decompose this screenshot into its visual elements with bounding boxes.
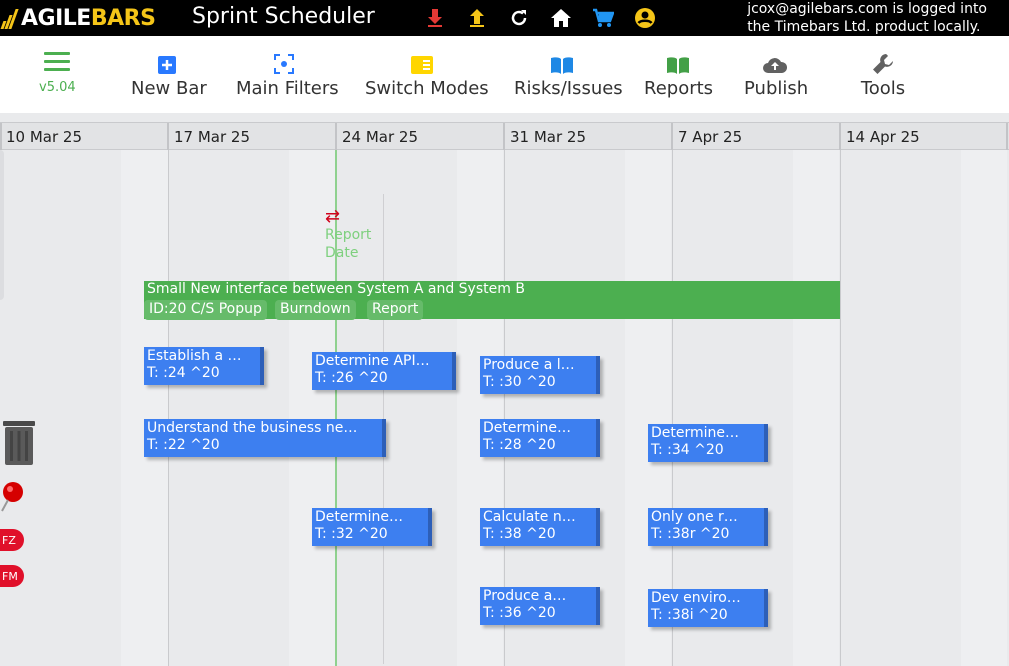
focus-filter-icon bbox=[274, 54, 294, 74]
task-bar[interactable]: Determine… T: :34 ^20 bbox=[648, 424, 768, 462]
summary-bar[interactable]: Small New interface between System A and… bbox=[144, 281, 840, 320]
task-bar[interactable]: Determine API… T: :26 ^20 bbox=[312, 352, 456, 390]
task-bar[interactable]: Determine… T: :32 ^20 bbox=[312, 508, 432, 546]
drag-arrows-icon[interactable]: ⇄ bbox=[325, 208, 371, 226]
task-title: Produce a… bbox=[483, 588, 567, 604]
task-bar[interactable]: Understand the business ne… T: :22 ^20 bbox=[144, 419, 386, 457]
popup-chip[interactable]: ID:20 C/S Popup bbox=[144, 300, 267, 320]
risks-issues-button[interactable]: Risks/Issues bbox=[514, 52, 623, 99]
reports-book-icon bbox=[667, 57, 689, 74]
report-date-label-1: Report bbox=[325, 227, 372, 243]
wrench-icon bbox=[873, 54, 893, 74]
upload-icon[interactable] bbox=[456, 6, 498, 30]
task-bar[interactable]: Produce a l… T: :30 ^20 bbox=[480, 356, 600, 394]
home-icon[interactable] bbox=[540, 6, 582, 30]
brand-agile: AGILE bbox=[21, 5, 91, 31]
task-bar[interactable]: Produce a… T: :36 ^20 bbox=[480, 587, 600, 625]
pushpin-icon[interactable] bbox=[0, 478, 28, 514]
filter-tag-fz[interactable]: FZ bbox=[0, 529, 24, 551]
app-header: AGILEBARS Sprint Scheduler jcox@agilebar… bbox=[0, 0, 1009, 36]
week-label: 17 Mar 25 bbox=[174, 128, 251, 146]
task-title: Determine… bbox=[315, 509, 404, 525]
main-filters-button[interactable]: Main Filters bbox=[236, 52, 339, 99]
cart-icon[interactable] bbox=[582, 6, 624, 30]
login-line-2: the Timebars Ltd. product locally. bbox=[747, 19, 981, 35]
task-bar[interactable]: Establish a … T: :24 ^20 bbox=[144, 347, 264, 385]
task-title: Determine… bbox=[483, 420, 572, 436]
week-label: 24 Mar 25 bbox=[342, 128, 419, 146]
header-actions bbox=[414, 6, 666, 30]
hamburger-menu-icon[interactable] bbox=[38, 52, 76, 76]
task-id: T: :38r ^20 bbox=[651, 526, 730, 542]
switch-modes-label: Switch Modes bbox=[365, 78, 489, 99]
task-title: Dev enviro… bbox=[651, 590, 741, 606]
task-title: Determine API… bbox=[315, 353, 430, 369]
task-bar[interactable]: Dev enviro… T: :38i ^20 bbox=[648, 589, 768, 627]
task-id: T: :38i ^20 bbox=[651, 607, 728, 623]
timeline-header: 10 Mar 25 17 Mar 25 24 Mar 25 31 Mar 25 … bbox=[0, 122, 1009, 150]
version-label: v5.04 bbox=[39, 80, 76, 95]
task-title: Establish a … bbox=[147, 348, 242, 364]
reports-button[interactable]: Reports bbox=[644, 52, 714, 99]
main-filters-label: Main Filters bbox=[236, 78, 339, 99]
risks-issues-label: Risks/Issues bbox=[514, 78, 623, 99]
main-toolbar: v5.04 New Bar Main Filters Switch Modes … bbox=[0, 36, 1009, 113]
task-title: Determine… bbox=[651, 425, 740, 441]
task-id: T: :22 ^20 bbox=[147, 437, 220, 453]
week-label: 14 Apr 25 bbox=[846, 128, 920, 146]
report-chip[interactable]: Report bbox=[367, 300, 424, 320]
plus-square-icon bbox=[158, 56, 176, 74]
cloud-upload-icon bbox=[763, 58, 788, 73]
summary-bar-title: Small New interface between System A and… bbox=[147, 281, 525, 297]
login-status: jcox@agilebars.com is logged into the Ti… bbox=[747, 0, 987, 36]
switch-modes-icon bbox=[411, 56, 433, 74]
task-id: T: :32 ^20 bbox=[315, 526, 388, 542]
reports-label: Reports bbox=[644, 78, 714, 99]
task-id: T: :34 ^20 bbox=[651, 442, 724, 458]
login-line-1: jcox@agilebars.com is logged into bbox=[747, 1, 987, 17]
tools-label: Tools bbox=[860, 78, 906, 99]
new-bar-button[interactable]: New Bar bbox=[131, 52, 207, 99]
task-id: T: :28 ^20 bbox=[483, 437, 556, 453]
burndown-chip[interactable]: Burndown bbox=[275, 300, 356, 320]
switch-modes-button[interactable]: Switch Modes bbox=[365, 52, 489, 99]
task-id: T: :24 ^20 bbox=[147, 365, 220, 381]
task-bar[interactable]: Calculate n… T: :38 ^20 bbox=[480, 508, 600, 546]
refresh-icon[interactable] bbox=[498, 6, 540, 30]
app-title: Sprint Scheduler bbox=[192, 4, 375, 29]
brand-bars: BARS bbox=[90, 5, 156, 31]
task-bar[interactable]: Determine… T: :28 ^20 bbox=[480, 419, 600, 457]
trash-icon[interactable] bbox=[2, 419, 36, 467]
publish-button[interactable]: Publish bbox=[744, 52, 809, 99]
task-id: T: :36 ^20 bbox=[483, 605, 556, 621]
filter-tag-fm[interactable]: FM bbox=[0, 565, 24, 587]
task-id: T: :26 ^20 bbox=[315, 370, 388, 386]
task-title: Understand the business ne… bbox=[147, 420, 358, 436]
brand-logo[interactable]: AGILEBARS bbox=[0, 4, 156, 32]
tools-button[interactable]: Tools bbox=[860, 52, 906, 99]
task-title: Calculate n… bbox=[483, 509, 576, 525]
download-icon[interactable] bbox=[414, 6, 456, 30]
report-date-label-2: Date bbox=[325, 245, 359, 261]
week-label: 7 Apr 25 bbox=[678, 128, 743, 146]
new-bar-label: New Bar bbox=[131, 78, 207, 99]
week-label: 31 Mar 25 bbox=[510, 128, 587, 146]
task-bar[interactable]: Only one r… T: :38r ^20 bbox=[648, 508, 768, 546]
report-date-marker[interactable]: ⇄ Report Date bbox=[325, 208, 371, 262]
task-title: Only one r… bbox=[651, 509, 738, 525]
task-id: T: :30 ^20 bbox=[483, 374, 556, 390]
task-id: T: :38 ^20 bbox=[483, 526, 556, 542]
week-label: 10 Mar 25 bbox=[6, 128, 83, 146]
brand-bars-icon bbox=[0, 7, 19, 29]
account-icon[interactable] bbox=[624, 6, 666, 30]
task-title: Produce a l… bbox=[483, 357, 575, 373]
publish-label: Publish bbox=[744, 78, 809, 99]
open-book-icon bbox=[551, 57, 573, 74]
